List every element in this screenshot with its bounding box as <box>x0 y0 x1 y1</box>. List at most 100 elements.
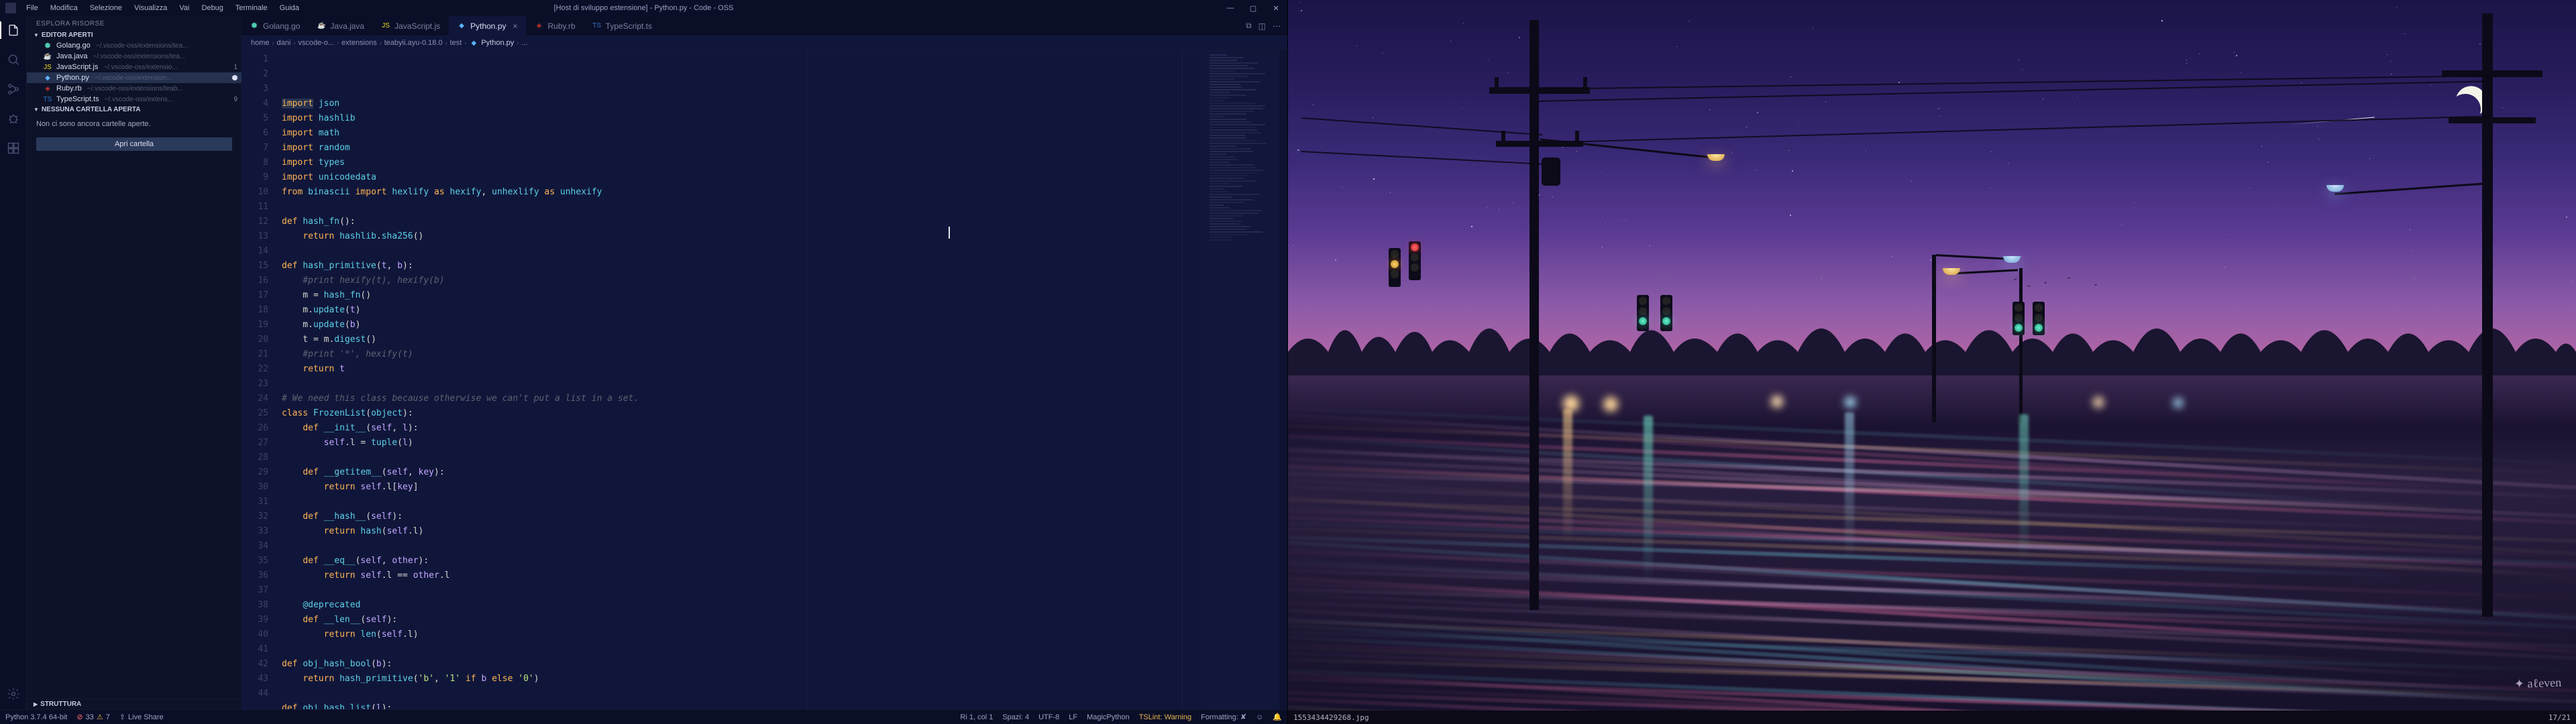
star <box>1938 108 1939 109</box>
bird-icon: ⌄ <box>2093 280 2098 288</box>
breadcrumb-segment[interactable]: Python.py <box>481 39 514 47</box>
breadcrumb-segment[interactable]: extensions <box>341 39 377 47</box>
window-close-button[interactable]: ✕ <box>1265 0 1287 16</box>
editor-tab[interactable]: TSTypeScript.ts <box>584 16 661 36</box>
menu-go[interactable]: Vai <box>173 1 195 15</box>
open-editor-item[interactable]: ☕Java.java~/.vscode-oss/extensions/tea..… <box>27 51 241 62</box>
sb-eol[interactable]: LF <box>1069 713 1077 721</box>
code-line: #print hexify(t), hexify(b) <box>282 274 1205 288</box>
activity-debug-icon[interactable] <box>6 111 21 126</box>
star <box>1940 116 1941 117</box>
sb-indent[interactable]: Spazi: 4 <box>1002 713 1029 721</box>
breadcrumb-segment[interactable]: ... <box>521 39 527 47</box>
menu-debug[interactable]: Debug <box>195 1 229 15</box>
sb-tslint[interactable]: TSLint: Warning <box>1139 713 1191 721</box>
file-type-icon: TS <box>43 96 52 103</box>
activity-settings-icon[interactable] <box>6 686 21 701</box>
menu-selection[interactable]: Selezione <box>84 1 128 15</box>
open-editor-item[interactable]: ⬢Golang.go~/.vscode-oss/extensions/tea..… <box>27 40 241 51</box>
live-share-icon: ⇪ <box>119 713 125 721</box>
star <box>2430 85 2431 86</box>
breadcrumb-segment[interactable]: vscode-o... <box>298 39 334 47</box>
activity-search-icon[interactable] <box>6 52 21 67</box>
code-content[interactable]: import jsonimport hashlibimport mathimpo… <box>275 50 1205 709</box>
file-name: JavaScript.js <box>56 63 98 71</box>
sb-problems[interactable]: ⊘ 33 ⚠ 7 <box>76 713 109 721</box>
activity-extensions-icon[interactable] <box>6 141 21 156</box>
star <box>2186 63 2187 64</box>
sb-language[interactable]: MagicPython <box>1087 713 1130 721</box>
breadcrumb-segment[interactable]: teabyii.ayu-0.18.0 <box>384 39 443 47</box>
activity-explorer-icon[interactable] <box>6 23 21 38</box>
star <box>2522 268 2523 269</box>
star <box>1788 150 1789 151</box>
sb-live-share[interactable]: ⇪ Live Share <box>119 713 164 721</box>
editor-tab[interactable]: ⬢Golang.go <box>241 16 309 36</box>
breadcrumb-segment[interactable]: home <box>251 39 270 47</box>
open-editor-item[interactable]: TSTypeScript.ts~/.vscode-oss/extens...9 <box>27 94 241 105</box>
compare-changes-icon[interactable]: ⧉ <box>1246 21 1252 31</box>
file-badge: 9 <box>233 96 237 103</box>
tab-label: Ruby.rb <box>548 21 576 31</box>
editor-tab[interactable]: ◆Python.py× <box>449 16 526 36</box>
code-line: def __len__(self): <box>282 613 1205 627</box>
editor-tab[interactable]: ◈Ruby.rb <box>527 16 584 36</box>
menu-file[interactable]: File <box>20 1 44 15</box>
viewer-filename: 1553434429268.jpg <box>1293 713 1369 722</box>
traffic-light <box>2012 302 2025 335</box>
code-line: return len(self.l) <box>282 627 1205 642</box>
code-line: return self.l[key] <box>282 480 1205 495</box>
editor-tab[interactable]: ☕Java.java <box>309 16 373 36</box>
sb-formatting[interactable]: Formatting: ✘ <box>1201 713 1246 721</box>
open-editor-item[interactable]: ◆Python.py~/.vscode-oss/extension... <box>27 72 241 83</box>
tab-close-icon[interactable]: × <box>513 21 518 31</box>
section-open-editors[interactable]: ▼ EDITOR APERTI <box>27 30 241 40</box>
code-line: def hash_fn(): <box>282 215 1205 229</box>
sb-notifications-icon[interactable]: 🔔 <box>1273 713 1282 721</box>
more-actions-icon[interactable]: ⋯ <box>1273 21 1281 31</box>
menu-edit[interactable]: Modifica <box>44 1 84 15</box>
sb-feedback-icon[interactable]: ☺ <box>1256 713 1263 721</box>
file-type-icon: TS <box>592 22 602 29</box>
star <box>2369 158 2370 159</box>
open-editor-item[interactable]: JSJavaScript.js~/.vscode-oss/extensio...… <box>27 62 241 72</box>
code-line: return hash_primitive('b', '1' if b else… <box>282 672 1205 686</box>
chevron-down-icon: ▼ <box>34 107 39 113</box>
star <box>1487 207 1488 208</box>
code-line: # We need this class because otherwise w… <box>282 391 1205 406</box>
menu-view[interactable]: Visualizza <box>128 1 173 15</box>
window-minimize-button[interactable]: — <box>1219 0 1242 16</box>
window-title: [Host di sviluppo estensione] - Python.p… <box>554 4 734 12</box>
artist-signature: ✦ aℓeven <box>2514 676 2561 691</box>
sb-python-interpreter[interactable]: Python 3.7.4 64-bit <box>5 713 67 721</box>
open-editor-item[interactable]: ◈Ruby.rb~/.vscode-oss/extensions/teab... <box>27 83 241 94</box>
editor-tab[interactable]: JSJavaScript.js <box>373 16 449 36</box>
breadcrumb-segment[interactable]: dani <box>277 39 291 47</box>
error-icon: ⊘ <box>76 713 83 721</box>
code-line <box>282 539 1205 554</box>
activity-scm-icon[interactable] <box>6 82 21 97</box>
light-reflection <box>1644 416 1653 583</box>
editor-body[interactable]: 1234567891011121314151617181920212223242… <box>241 50 1287 709</box>
breadcrumb[interactable]: home›dani›vscode-o...›extensions›teabyii… <box>241 36 1287 50</box>
vertical-scrollbar[interactable] <box>1279 50 1287 709</box>
breadcrumb-segment[interactable]: test <box>450 39 462 47</box>
split-editor-icon[interactable]: ◫ <box>1258 21 1266 31</box>
menu-terminal[interactable]: Terminale <box>229 1 274 15</box>
sb-cursor-pos[interactable]: Ri 1, col 1 <box>960 713 993 721</box>
section-outline[interactable]: ▶ STRUTTURA <box>27 699 241 709</box>
traffic-light <box>1660 295 1672 331</box>
star <box>2390 61 2391 62</box>
minimap[interactable] <box>1205 50 1279 709</box>
menu-help[interactable]: Guida <box>274 1 305 15</box>
star <box>2502 107 2503 108</box>
bird-icon: ⌄ <box>2012 275 2018 282</box>
star <box>1911 181 1912 182</box>
tab-label: JavaScript.js <box>394 21 440 31</box>
window-maximize-button[interactable]: ▢ <box>1242 0 1265 16</box>
section-no-folder[interactable]: ▼ NESSUNA CARTELLA APERTA <box>27 105 241 115</box>
sb-encoding[interactable]: UTF-8 <box>1038 713 1059 721</box>
code-line: def __init__(self, l): <box>282 421 1205 436</box>
star <box>2479 44 2481 45</box>
open-folder-button[interactable]: Apri cartella <box>36 137 232 151</box>
